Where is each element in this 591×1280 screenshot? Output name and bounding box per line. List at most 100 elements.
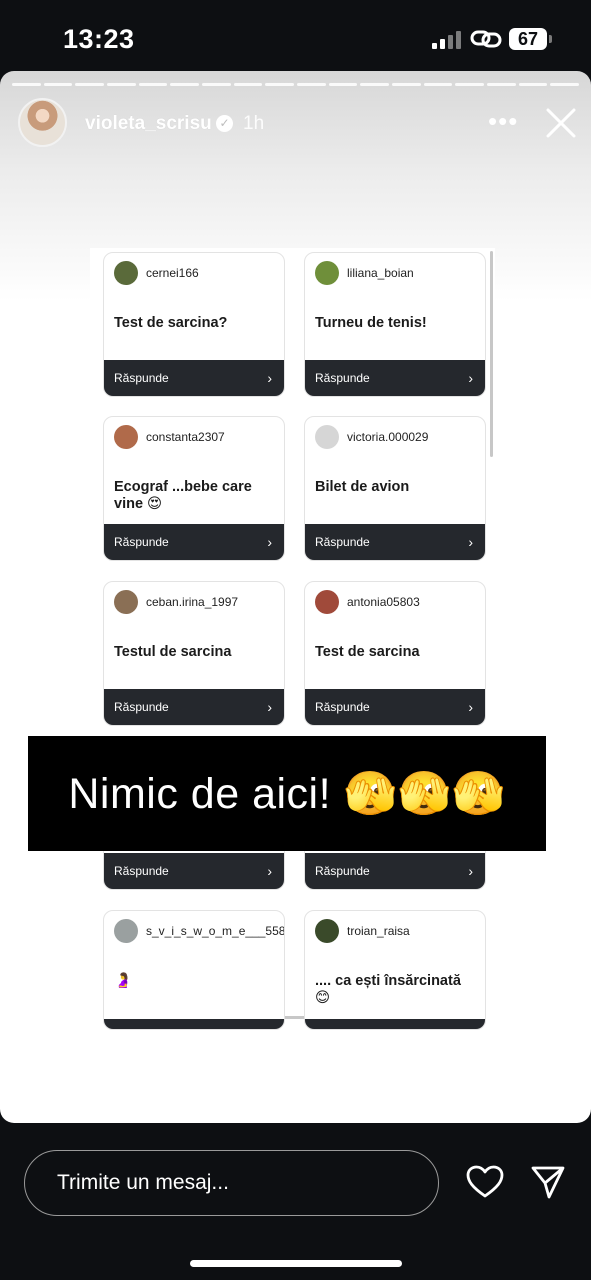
reply-button[interactable] (305, 1019, 485, 1029)
progress-segment (12, 83, 41, 86)
reply-label: Răspunde (315, 371, 370, 385)
progress-segment (265, 83, 295, 86)
question-card[interactable]: victoria.000029 Bilet de avion Răspunde › (304, 416, 486, 561)
avatar (114, 425, 138, 449)
close-icon[interactable] (546, 108, 576, 138)
verified-check-icon: ✓ (216, 115, 233, 132)
question-username: antonia05803 (347, 595, 420, 609)
question-author: s_v_i_s_w_o_m_e___5588 (114, 919, 285, 943)
progress-segment (455, 83, 485, 86)
progress-segment (107, 83, 136, 86)
avatar (114, 261, 138, 285)
question-username: troian_raisa (347, 924, 410, 938)
progress-segment (487, 83, 516, 86)
chevron-right-icon: › (267, 863, 272, 879)
question-card[interactable]: constanta2307 Ecograf ...bebe care vine 😍… (103, 416, 285, 561)
progress-segment (360, 83, 390, 86)
progress-segment (518, 83, 548, 86)
question-text: Test de sarcina? (114, 315, 228, 331)
progress-segment (75, 83, 105, 86)
question-card[interactable]: troian_raisa .... ca ești însărcinată 😊 (304, 910, 486, 1030)
story-username[interactable]: violeta_scrisu (85, 113, 212, 135)
story-time-ago: 1h (243, 113, 265, 134)
question-username: ceban.irina_1997 (146, 595, 239, 609)
reply-label: Răspunde (114, 371, 169, 385)
reply-label: Răspunde (315, 535, 370, 549)
question-author: ceban.irina_1997 (114, 590, 238, 614)
avatar (315, 261, 339, 285)
reply-button[interactable]: Răspunde › (305, 360, 485, 396)
progress-segment (138, 83, 168, 86)
reply-button[interactable]: Răspunde › (305, 524, 485, 560)
story-progress-bar (12, 83, 580, 86)
reply-button[interactable]: Răspunde › (305, 853, 485, 889)
signal-icon (432, 29, 462, 49)
question-author: troian_raisa (315, 919, 410, 943)
reply-button[interactable]: Răspunde › (305, 689, 485, 725)
question-author: constanta2307 (114, 425, 225, 449)
question-text: Ecograf ...bebe care vine 😍 (114, 479, 252, 512)
progress-segment (297, 83, 326, 86)
progress-segment (550, 83, 580, 86)
shared-screenshot: cernei166 Test de sarcina? Răspunde › lilian… (90, 248, 495, 1030)
chevron-right-icon: › (267, 534, 272, 550)
avatar[interactable] (18, 98, 67, 147)
message-input[interactable] (24, 1150, 439, 1216)
question-card[interactable]: antonia05803 Test de sarcina Răspunde › (304, 581, 486, 726)
question-username: constanta2307 (146, 430, 225, 444)
avatar (315, 590, 339, 614)
question-username: cernei166 (146, 266, 199, 280)
chevron-right-icon: › (468, 534, 473, 550)
question-author: victoria.000029 (315, 425, 428, 449)
personal-hotspot-icon (470, 30, 502, 48)
avatar (114, 919, 138, 943)
avatar (114, 590, 138, 614)
send-icon[interactable] (530, 1164, 566, 1200)
progress-segment (392, 83, 421, 86)
reply-label: Răspunde (114, 700, 169, 714)
question-username: s_v_i_s_w_o_m_e___5588 (146, 924, 285, 938)
chevron-right-icon: › (267, 699, 272, 715)
instagram-story-screen: 13:23 67 violeta_scrisu ✓ 1h ••• cernei1… (0, 0, 591, 1280)
question-username: liliana_boian (347, 266, 414, 280)
status-time: 13:23 (63, 24, 135, 54)
avatar (315, 425, 339, 449)
heart-icon[interactable] (466, 1165, 504, 1199)
battery-indicator: 67 (509, 28, 552, 50)
question-card[interactable]: liliana_boian Turneu de tenis! Răspunde › (304, 252, 486, 397)
question-author: cernei166 (114, 261, 199, 285)
reply-button[interactable]: Răspunde › (104, 689, 284, 725)
reply-label: Răspunde (114, 864, 169, 878)
progress-segment (328, 83, 358, 86)
question-card[interactable]: ceban.irina_1997 Testul de sarcina Răspund… (103, 581, 285, 726)
question-author: antonia05803 (315, 590, 420, 614)
chevron-right-icon: › (267, 370, 272, 386)
progress-segment (43, 83, 73, 86)
reply-label: Răspunde (315, 700, 370, 714)
avatar (315, 919, 339, 943)
reply-label: Răspunde (114, 535, 169, 549)
question-card[interactable]: s_v_i_s_w_o_m_e___5588 🤰 (103, 910, 285, 1030)
question-card[interactable]: cernei166 Test de sarcina? Răspunde › (103, 252, 285, 397)
question-text: Bilet de avion (315, 479, 410, 495)
caption-banner: Nimic de aici! 🫣🫣🫣 (28, 736, 546, 851)
question-text: .... ca ești însărcinată 😊 (315, 973, 461, 1006)
story-card[interactable]: violeta_scrisu ✓ 1h ••• cernei166 Test de… (0, 71, 591, 1123)
reply-label: Răspunde (315, 864, 370, 878)
question-username: victoria.000029 (347, 430, 429, 444)
reply-button[interactable]: Răspunde › (104, 524, 284, 560)
question-text: Test de sarcina (315, 644, 420, 660)
banner-text: Nimic de aici! 🫣🫣🫣 (68, 769, 506, 818)
reply-button[interactable]: Răspunde › (104, 360, 284, 396)
vertical-scrollbar (490, 251, 493, 457)
reply-button[interactable]: Răspunde › (104, 853, 284, 889)
progress-segment (233, 83, 263, 86)
more-options-icon[interactable]: ••• (488, 106, 518, 137)
question-text: Turneu de tenis! (315, 315, 427, 331)
chevron-right-icon: › (468, 370, 473, 386)
question-text: 🤰 (114, 973, 133, 989)
chevron-right-icon: › (468, 699, 473, 715)
question-author: liliana_boian (315, 261, 414, 285)
reply-button[interactable] (104, 1019, 284, 1029)
story-header: violeta_scrisu ✓ 1h ••• (18, 98, 576, 148)
